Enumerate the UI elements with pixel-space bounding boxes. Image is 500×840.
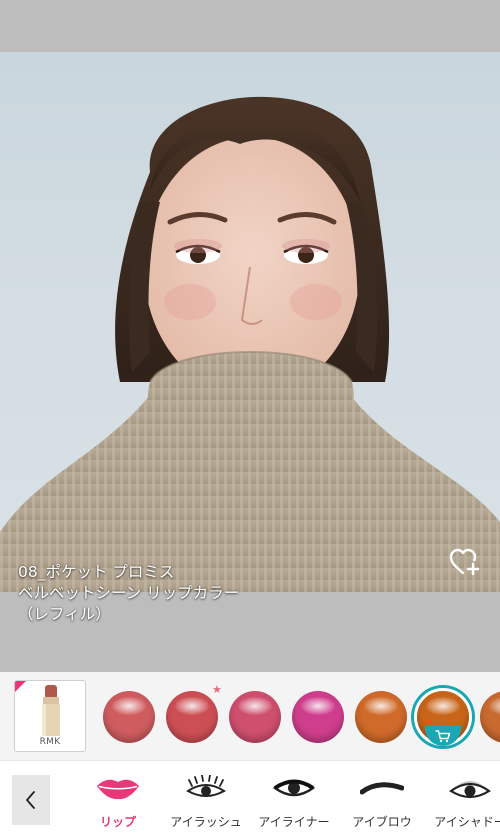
tab-eyeshadow[interactable]: アイシャドー bbox=[427, 767, 500, 837]
product-name-line1: 08_ポケット プロミス bbox=[18, 563, 175, 581]
makeup-category-tabs: リップ アイラッシュ アイライナー アイブロウ アイシャドー bbox=[0, 760, 500, 840]
top-bar bbox=[0, 0, 500, 52]
lip-swatch-selected[interactable] bbox=[414, 688, 472, 746]
tab-lip-label: リップ bbox=[99, 815, 136, 829]
eyeliner-icon bbox=[272, 779, 316, 797]
tab-eyeliner[interactable]: アイライナー bbox=[251, 767, 337, 837]
lip-swatch[interactable] bbox=[103, 691, 155, 743]
product-name: 08_ポケット プロミス ベルベットシーン リップカラー （レフィル） bbox=[18, 562, 239, 625]
eyeshadow-icon bbox=[449, 781, 491, 799]
favorite-button[interactable] bbox=[448, 546, 482, 578]
swatch-strip: RMK bbox=[0, 672, 500, 760]
tab-eyeliner-label: アイライナー bbox=[258, 815, 330, 829]
new-star-icon: ★ bbox=[212, 683, 222, 696]
tab-eyelash[interactable]: アイラッシュ bbox=[163, 767, 249, 837]
lip-swatch[interactable] bbox=[229, 691, 281, 743]
tab-eyeshadow-label: アイシャドー bbox=[434, 815, 500, 829]
lip-swatch[interactable] bbox=[480, 691, 500, 743]
lip-swatch[interactable] bbox=[355, 691, 407, 743]
lip-swatch[interactable] bbox=[292, 691, 344, 743]
lipstick-image bbox=[42, 685, 60, 736]
heart-plus-icon bbox=[449, 548, 480, 576]
cart-icon[interactable] bbox=[425, 726, 461, 746]
tab-eyelash-label: アイラッシュ bbox=[170, 815, 242, 829]
tab-eyebrow-label: アイブロウ bbox=[352, 815, 412, 829]
product-name-line2: ベルベットシーン リップカラー bbox=[18, 584, 240, 602]
back-button[interactable] bbox=[12, 775, 50, 825]
tab-lip[interactable]: リップ bbox=[75, 767, 161, 837]
model-photo bbox=[0, 52, 500, 592]
lips-icon bbox=[97, 779, 139, 800]
chevron-left-icon bbox=[26, 791, 35, 809]
eyebrow-icon bbox=[360, 782, 404, 795]
app-root: 08_ポケット プロミス ベルベットシーン リップカラー （レフィル） RMK bbox=[0, 0, 500, 840]
eyelash-icon bbox=[186, 775, 226, 797]
tab-eyebrow[interactable]: アイブロウ bbox=[339, 767, 425, 837]
product-thumbnail[interactable]: RMK bbox=[14, 680, 86, 752]
product-name-line3: （レフィル） bbox=[18, 605, 111, 623]
thumb-brand-label: RMK bbox=[39, 737, 61, 747]
lip-swatch[interactable] bbox=[166, 691, 218, 743]
